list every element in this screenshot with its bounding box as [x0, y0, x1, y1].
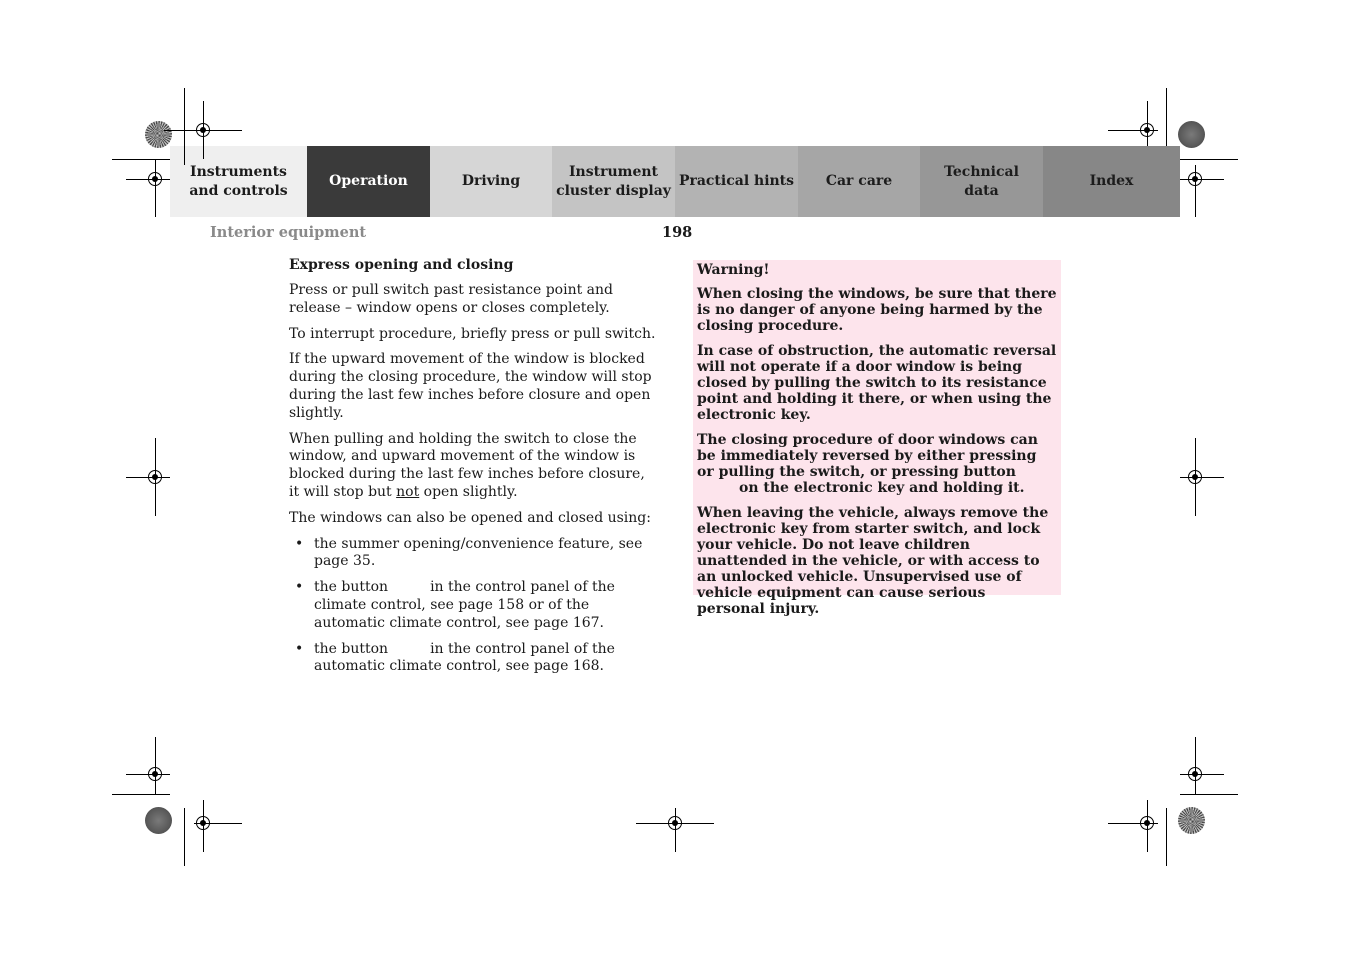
warning-paragraph: The closing procedure of door windows ca… — [697, 432, 1057, 496]
list-item-text: the button — [314, 579, 389, 596]
tab-label: Instrument — [569, 163, 658, 180]
tab-practical-hints[interactable]: Practical hints — [675, 146, 798, 217]
tab-car-care[interactable]: Car care — [798, 146, 920, 217]
tab-instrument-cluster-display[interactable]: Instrument cluster display — [552, 146, 675, 217]
registration-target-icon — [148, 172, 162, 186]
bullet-icon: • — [295, 579, 304, 596]
tab-label: Car care — [825, 173, 893, 189]
registration-target-icon — [196, 123, 210, 137]
warning-title: Warning! — [697, 262, 770, 278]
options-list: • the summer opening/convenience feature… — [289, 536, 659, 677]
registration-target-icon — [148, 767, 162, 781]
tab-label: and controls — [189, 182, 288, 199]
color-rosette-icon — [1178, 807, 1205, 834]
list-item-text: the summer opening/convenience feature, … — [314, 535, 643, 570]
crop-mark — [112, 159, 170, 160]
registration-line — [1180, 179, 1224, 180]
page-number: 198 — [662, 224, 693, 241]
main-text-column: Express opening and closing Press or pul… — [289, 256, 659, 684]
paragraph: If the upward movement of the window is … — [289, 351, 652, 421]
tab-label: data — [964, 182, 999, 199]
bullet-icon: • — [295, 640, 304, 657]
text: open slightly. — [419, 483, 518, 500]
registration-line — [1195, 737, 1196, 794]
paragraph: The windows can also be opened and close… — [289, 509, 651, 526]
section-title: Interior equipment — [210, 224, 367, 241]
crop-mark — [112, 794, 170, 795]
text: The closing procedure of door windows ca… — [697, 432, 1038, 480]
registration-target-icon — [1188, 767, 1202, 781]
tab-technical-data[interactable]: Technical data — [920, 146, 1043, 217]
color-rosette-icon — [1178, 121, 1205, 148]
tab-driving[interactable]: Driving — [430, 146, 552, 217]
warning-paragraph: When leaving the vehicle, always remove … — [697, 505, 1049, 617]
tab-operation[interactable]: Operation — [307, 146, 430, 217]
registration-target-icon — [1188, 470, 1202, 484]
paragraph: When pulling and holding the switch to c… — [289, 431, 659, 502]
tab-label: Operation — [329, 173, 408, 189]
list-item: • the button in the control panel of the … — [289, 641, 659, 677]
tab-label: Driving — [461, 173, 521, 189]
tab-instruments-and-controls[interactable]: Instruments and controls — [170, 146, 307, 217]
section-nav: Instruments and controls Operation Drivin… — [170, 146, 1180, 217]
list-item: • the button in the control panel of the … — [289, 579, 659, 632]
registration-target-icon — [148, 470, 162, 484]
color-rosette-icon — [145, 807, 172, 834]
warning-paragraph: When closing the windows, be sure that t… — [697, 286, 1057, 334]
text: on the electronic key and holding it. — [739, 480, 1025, 496]
registration-target-icon — [1188, 172, 1202, 186]
registration-target-icon — [668, 816, 682, 830]
warning-box: Warning! When closing the windows, be su… — [693, 260, 1061, 617]
crop-mark — [1166, 88, 1167, 146]
paragraph: To interrupt procedure, briefly press or… — [289, 325, 656, 342]
warning-paragraph: In case of obstruction, the automatic re… — [697, 343, 1057, 423]
tab-index[interactable]: Index — [1043, 146, 1180, 217]
registration-line — [155, 160, 156, 217]
color-rosette-icon — [145, 121, 172, 148]
list-item: • the summer opening/convenience feature… — [289, 536, 659, 572]
tab-label: Technical — [944, 163, 1019, 180]
tab-label: Index — [1089, 173, 1134, 189]
crop-mark — [1180, 794, 1238, 795]
tab-label: cluster display — [556, 182, 671, 199]
paragraph: Press or pull switch past resistance poi… — [289, 282, 613, 316]
subsection-heading: Express opening and closing — [289, 257, 514, 273]
tab-label: Instruments — [190, 163, 287, 180]
crop-mark — [184, 88, 185, 165]
registration-target-icon — [1140, 123, 1154, 137]
registration-line — [155, 737, 156, 794]
registration-target-icon — [1140, 816, 1154, 830]
registration-target-icon — [196, 816, 210, 830]
emphasis-not: not — [396, 483, 420, 500]
registration-line — [1180, 477, 1224, 478]
registration-line — [675, 808, 676, 852]
registration-line — [1180, 774, 1224, 775]
list-item-text: the button — [314, 640, 389, 657]
crop-mark — [184, 808, 185, 866]
tab-label: Practical hints — [678, 173, 795, 189]
crop-mark — [1180, 159, 1238, 160]
crop-mark — [1166, 808, 1167, 866]
bullet-icon: • — [295, 535, 304, 552]
